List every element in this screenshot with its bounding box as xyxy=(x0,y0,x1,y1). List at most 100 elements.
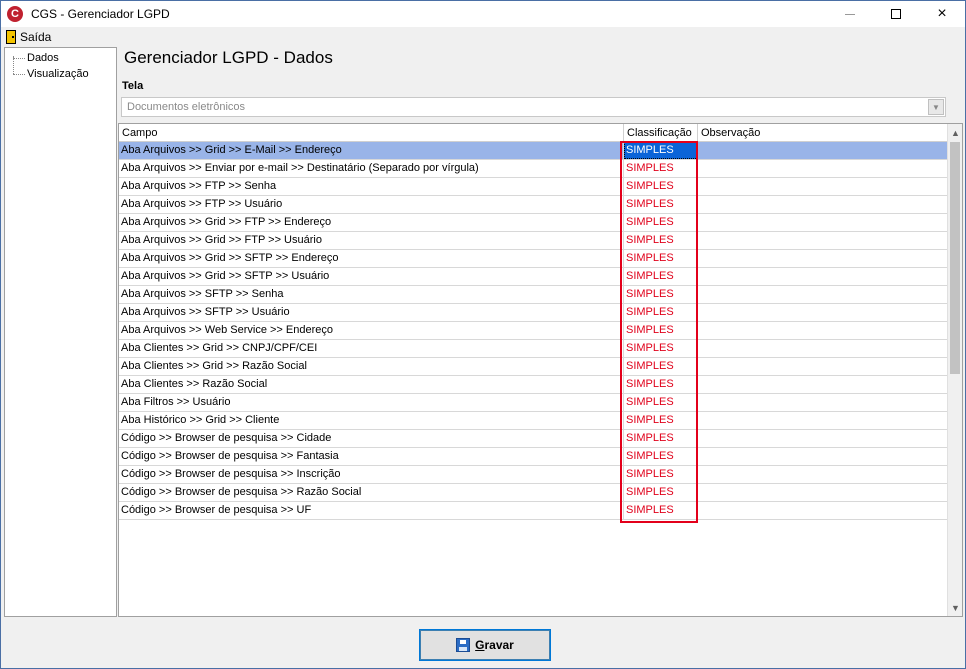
cell-observacao[interactable] xyxy=(698,340,949,357)
cell-campo[interactable]: Aba Arquivos >> Enviar por e-mail >> Des… xyxy=(119,160,624,177)
cell-campo[interactable]: Aba Arquivos >> Web Service >> Endereço xyxy=(119,322,624,339)
table-row[interactable]: Aba Arquivos >> SFTP >> Usuário SIMPLES xyxy=(119,304,949,322)
cell-classificacao[interactable]: SIMPLES xyxy=(624,358,698,375)
cell-classificacao[interactable]: SIMPLES xyxy=(624,142,698,159)
cell-classificacao[interactable]: SIMPLES xyxy=(624,178,698,195)
cell-campo[interactable]: Código >> Browser de pesquisa >> Fantasi… xyxy=(119,448,624,465)
cell-classificacao[interactable]: SIMPLES xyxy=(624,412,698,429)
cell-classificacao[interactable]: SIMPLES xyxy=(624,322,698,339)
cell-observacao[interactable] xyxy=(698,214,949,231)
table-row[interactable]: Aba Clientes >> Grid >> Razão Social SIMP… xyxy=(119,358,949,376)
tela-select[interactable]: Documentos eletrônicos ▼ xyxy=(121,97,946,117)
cell-classificacao[interactable]: SIMPLES xyxy=(624,268,698,285)
table-row[interactable]: Aba Clientes >> Grid >> CNPJ/CPF/CEI SIMP… xyxy=(119,340,949,358)
cell-classificacao[interactable]: SIMPLES xyxy=(624,304,698,321)
cell-observacao[interactable] xyxy=(698,304,949,321)
table-row[interactable]: Código >> Browser de pesquisa >> Fantasi… xyxy=(119,448,949,466)
cell-classificacao[interactable]: SIMPLES xyxy=(624,466,698,483)
table-row[interactable]: Aba Arquivos >> Grid >> E-Mail >> Endere… xyxy=(119,142,949,160)
cell-observacao[interactable] xyxy=(698,358,949,375)
cell-classificacao[interactable]: SIMPLES xyxy=(624,484,698,501)
vertical-scrollbar[interactable]: ▲ ▼ xyxy=(947,124,962,616)
tree-item-dados[interactable]: Dados xyxy=(13,52,59,64)
cell-campo[interactable]: Aba Arquivos >> Grid >> FTP >> Usuário xyxy=(119,232,624,249)
table-row[interactable]: Aba Arquivos >> FTP >> Senha SIMPLES xyxy=(119,178,949,196)
cell-campo[interactable]: Aba Arquivos >> Grid >> SFTP >> Usuário xyxy=(119,268,624,285)
table-row[interactable]: Aba Clientes >> Razão Social SIMPLES xyxy=(119,376,949,394)
table-row[interactable]: Aba Arquivos >> Web Service >> Endereço S… xyxy=(119,322,949,340)
cell-campo[interactable]: Aba Filtros >> Usuário xyxy=(119,394,624,411)
cell-classificacao[interactable]: SIMPLES xyxy=(624,196,698,213)
cell-observacao[interactable] xyxy=(698,484,949,501)
cell-observacao[interactable] xyxy=(698,196,949,213)
cell-classificacao[interactable]: SIMPLES xyxy=(624,448,698,465)
cell-observacao[interactable] xyxy=(698,250,949,267)
scroll-thumb[interactable] xyxy=(950,142,960,374)
column-header-campo[interactable]: Campo xyxy=(119,124,624,142)
cell-campo[interactable]: Código >> Browser de pesquisa >> Cidade xyxy=(119,430,624,447)
scroll-up-button[interactable]: ▲ xyxy=(948,124,962,141)
cell-classificacao[interactable]: SIMPLES xyxy=(624,376,698,393)
save-button[interactable]: Gravar xyxy=(419,629,551,661)
menu-item-saida[interactable]: Saída xyxy=(6,29,51,44)
cell-classificacao[interactable]: SIMPLES xyxy=(624,394,698,411)
minimize-button[interactable] xyxy=(827,1,873,27)
cell-observacao[interactable] xyxy=(698,394,949,411)
table-row[interactable]: Aba Arquivos >> SFTP >> Senha SIMPLES xyxy=(119,286,949,304)
table-row[interactable]: Aba Histórico >> Grid >> Cliente SIMPLES xyxy=(119,412,949,430)
table-row[interactable]: Aba Arquivos >> Enviar por e-mail >> Des… xyxy=(119,160,949,178)
cell-observacao[interactable] xyxy=(698,430,949,447)
cell-observacao[interactable] xyxy=(698,160,949,177)
cell-campo[interactable]: Aba Clientes >> Razão Social xyxy=(119,376,624,393)
cell-classificacao[interactable]: SIMPLES xyxy=(624,286,698,303)
cell-campo[interactable]: Aba Histórico >> Grid >> Cliente xyxy=(119,412,624,429)
close-button[interactable]: × xyxy=(919,1,965,27)
cell-observacao[interactable] xyxy=(698,502,949,519)
cell-campo[interactable]: Aba Clientes >> Grid >> CNPJ/CPF/CEI xyxy=(119,340,624,357)
scroll-down-button[interactable]: ▼ xyxy=(948,599,962,616)
cell-classificacao[interactable]: SIMPLES xyxy=(624,250,698,267)
column-header-classificacao[interactable]: Classificação xyxy=(624,124,698,142)
dropdown-button[interactable]: ▼ xyxy=(928,99,944,115)
cell-observacao[interactable] xyxy=(698,376,949,393)
cell-observacao[interactable] xyxy=(698,322,949,339)
cell-classificacao[interactable]: SIMPLES xyxy=(624,160,698,177)
table-row[interactable]: Código >> Browser de pesquisa >> Cidade S… xyxy=(119,430,949,448)
table-row[interactable]: Aba Filtros >> Usuário SIMPLES xyxy=(119,394,949,412)
cell-campo[interactable]: Código >> Browser de pesquisa >> Inscriç… xyxy=(119,466,624,483)
cell-campo[interactable]: Código >> Browser de pesquisa >> UF xyxy=(119,502,624,519)
cell-observacao[interactable] xyxy=(698,466,949,483)
table-row[interactable]: Aba Arquivos >> Grid >> FTP >> Usuário SI… xyxy=(119,232,949,250)
cell-campo[interactable]: Aba Arquivos >> Grid >> FTP >> Endereço xyxy=(119,214,624,231)
cell-observacao[interactable] xyxy=(698,448,949,465)
column-header-observacao[interactable]: Observação xyxy=(698,124,949,142)
table-row[interactable]: Aba Arquivos >> FTP >> Usuário SIMPLES xyxy=(119,196,949,214)
cell-observacao[interactable] xyxy=(698,142,949,159)
cell-classificacao[interactable]: SIMPLES xyxy=(624,502,698,519)
cell-observacao[interactable] xyxy=(698,268,949,285)
cell-campo[interactable]: Aba Arquivos >> SFTP >> Usuário xyxy=(119,304,624,321)
cell-campo[interactable]: Aba Arquivos >> FTP >> Senha xyxy=(119,178,624,195)
table-row[interactable]: Aba Arquivos >> Grid >> FTP >> Endereço S… xyxy=(119,214,949,232)
table-row[interactable]: Código >> Browser de pesquisa >> Inscriç… xyxy=(119,466,949,484)
maximize-button[interactable] xyxy=(873,1,919,27)
table-row[interactable]: Aba Arquivos >> Grid >> SFTP >> Usuário S… xyxy=(119,268,949,286)
table-row[interactable]: Código >> Browser de pesquisa >> UF SIMPL… xyxy=(119,502,949,520)
cell-campo[interactable]: Aba Clientes >> Grid >> Razão Social xyxy=(119,358,624,375)
tree-item-visualizacao[interactable]: Visualização xyxy=(13,68,89,80)
cell-observacao[interactable] xyxy=(698,232,949,249)
table-row[interactable]: Aba Arquivos >> Grid >> SFTP >> Endereço… xyxy=(119,250,949,268)
cell-campo[interactable]: Aba Arquivos >> Grid >> E-Mail >> Endere… xyxy=(119,142,624,159)
cell-observacao[interactable] xyxy=(698,178,949,195)
table-row[interactable]: Código >> Browser de pesquisa >> Razão S… xyxy=(119,484,949,502)
cell-classificacao[interactable]: SIMPLES xyxy=(624,232,698,249)
cell-campo[interactable]: Aba Arquivos >> SFTP >> Senha xyxy=(119,286,624,303)
cell-observacao[interactable] xyxy=(698,412,949,429)
cell-classificacao[interactable]: SIMPLES xyxy=(624,214,698,231)
cell-observacao[interactable] xyxy=(698,286,949,303)
cell-campo[interactable]: Aba Arquivos >> FTP >> Usuário xyxy=(119,196,624,213)
cell-campo[interactable]: Código >> Browser de pesquisa >> Razão S… xyxy=(119,484,624,501)
cell-classificacao[interactable]: SIMPLES xyxy=(624,340,698,357)
cell-campo[interactable]: Aba Arquivos >> Grid >> SFTP >> Endereço xyxy=(119,250,624,267)
cell-classificacao[interactable]: SIMPLES xyxy=(624,430,698,447)
